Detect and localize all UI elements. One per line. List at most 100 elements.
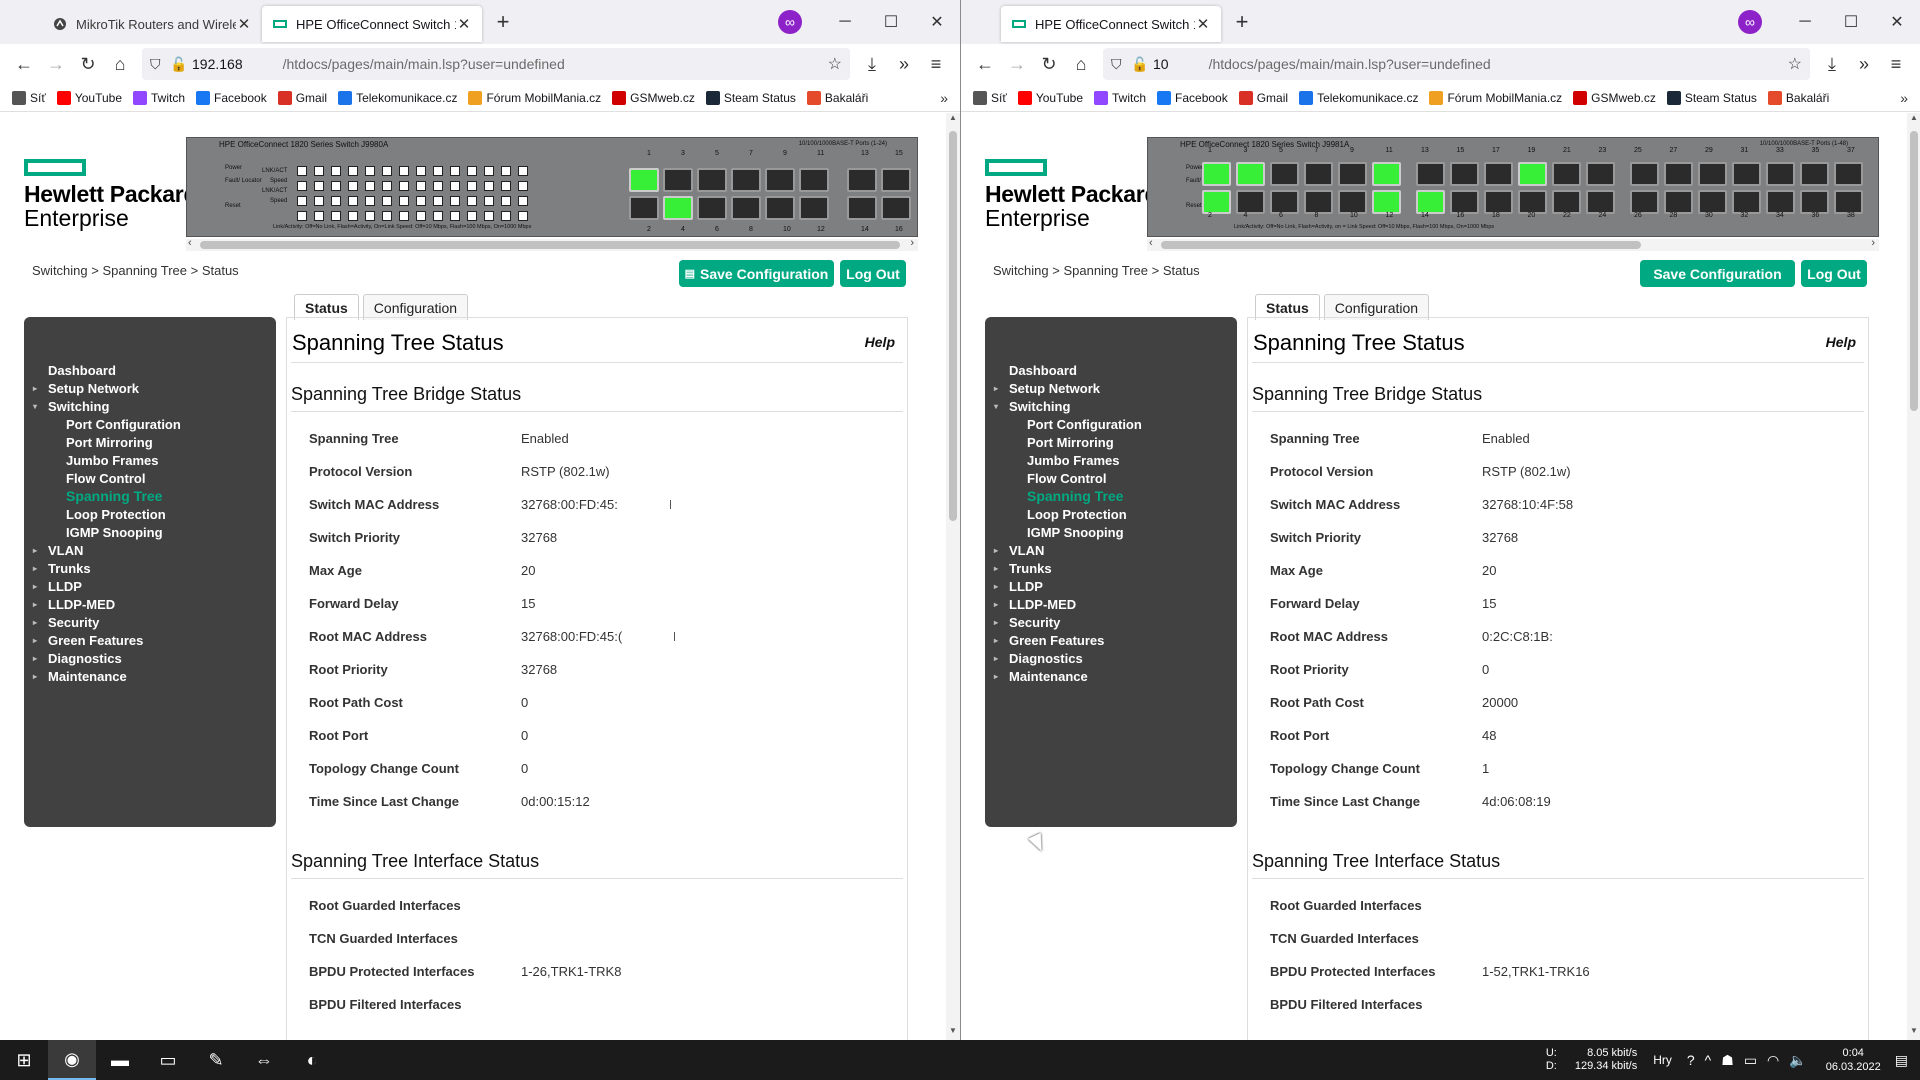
bookmarks-overflow-button[interactable]: » [940,90,948,106]
ethernet-port[interactable] [1834,162,1863,186]
scrollbar-thumb[interactable] [1910,131,1918,411]
ethernet-port[interactable] [1372,162,1401,186]
more-tools-button[interactable]: » [888,48,920,80]
ethernet-port[interactable] [1766,162,1795,186]
reload-button[interactable]: ↻ [1033,48,1065,80]
help-link[interactable]: Help [1826,334,1856,350]
ethernet-port[interactable] [1630,190,1659,214]
ethernet-port[interactable] [1416,190,1445,214]
ethernet-port[interactable] [1630,162,1659,186]
ethernet-port[interactable] [1304,162,1333,186]
sidebar-item-lldp[interactable]: ▸ LLDP [24,577,276,595]
bookmark-item[interactable]: Fórum MobilMania.cz [468,90,601,105]
minimize-button[interactable]: ─ [1782,13,1828,31]
app-menu-button[interactable]: ≡ [920,48,952,80]
scroll-left-icon[interactable]: ‹ [188,237,192,249]
scroll-up-icon[interactable]: ▲ [946,113,960,127]
scroll-left-icon[interactable]: ‹ [1149,237,1153,249]
sidebar-item-flow-control[interactable]: Flow Control [985,469,1237,487]
scroll-right-icon[interactable]: › [910,237,914,249]
ethernet-port[interactable] [847,168,877,192]
page-vertical-scrollbar[interactable]: ▲ ▼ [946,113,960,1040]
ethernet-port[interactable] [697,168,727,192]
ethernet-port[interactable] [1800,190,1829,214]
bookmark-item[interactable]: Twitch [133,90,185,105]
ethernet-port[interactable] [1834,190,1863,214]
address-bar[interactable]: ⛉ 🔓 10/htdocs/pages/main/main.lsp?user=und… [1103,48,1810,80]
bookmark-item[interactable]: Bakaláři [806,90,868,105]
bookmark-item[interactable]: Síť [12,90,46,105]
games-toolbar-label[interactable]: Hry [1653,1053,1672,1067]
app-menu-button[interactable]: ≡ [1880,48,1912,80]
ethernet-port[interactable] [1586,162,1615,186]
show-hidden-icons-icon[interactable]: ^ [1705,1052,1712,1068]
sidebar-item-lldp-med[interactable]: ▸ LLDP-MED [24,595,276,613]
ethernet-port[interactable] [1732,162,1761,186]
log-out-button[interactable]: Log Out [1801,260,1867,287]
ethernet-port[interactable] [1484,190,1513,214]
tracking-protection-icon[interactable]: ⛉ [150,56,170,73]
ethernet-port[interactable] [765,168,795,192]
bookmark-item[interactable]: Telekomunikace.cz [1299,90,1418,105]
discord-icon[interactable]: ☗ [1721,1052,1734,1069]
notepad-icon[interactable]: ✎ [192,1040,240,1080]
ethernet-port[interactable] [1664,190,1693,214]
tab-close-icon[interactable]: ✕ [1195,15,1211,33]
scrollbar-thumb[interactable] [949,131,957,521]
scrollbar-thumb[interactable] [1161,241,1641,249]
ethernet-port[interactable] [765,196,795,220]
scroll-down-icon[interactable]: ▼ [1907,1026,1920,1040]
panel-horizontal-scrollbar[interactable]: ‹ › [186,237,918,251]
ethernet-port[interactable] [1732,190,1761,214]
bookmark-item[interactable]: GSMweb.cz [612,90,695,105]
bookmark-star-icon[interactable]: ☆ [828,54,842,74]
ethernet-port[interactable] [1698,162,1727,186]
sidebar-item-flow-control[interactable]: Flow Control [24,469,276,487]
ethernet-port[interactable] [1698,190,1727,214]
sidebar-item-port-configuration[interactable]: Port Configuration [24,415,276,433]
sidebar-item-green-features[interactable]: ▸ Green Features [985,631,1237,649]
downloads-button[interactable]: ⤓ [1816,48,1848,80]
sidebar-item-port-configuration[interactable]: Port Configuration [985,415,1237,433]
ethernet-port[interactable] [629,196,659,220]
bookmark-item[interactable]: Facebook [1157,90,1228,105]
scroll-up-icon[interactable]: ▲ [1907,113,1920,127]
tab-close-icon[interactable]: ✕ [456,15,472,33]
sidebar-item-switching[interactable]: ▾ Switching [24,397,276,415]
ethernet-port[interactable] [1416,162,1445,186]
sidebar-item-maintenance[interactable]: ▸ Maintenance [24,667,276,685]
bookmark-star-icon[interactable]: ☆ [1788,54,1802,74]
ethernet-port[interactable] [1552,190,1581,214]
help-link[interactable]: Help [865,334,895,350]
bookmark-item[interactable]: Gmail [1238,90,1288,105]
ethernet-port[interactable] [663,168,693,192]
ethernet-port[interactable] [1484,162,1513,186]
ethernet-port[interactable] [881,168,911,192]
save-configuration-button[interactable]: Save Configuration [1640,260,1795,287]
bookmark-item[interactable]: Telekomunikace.cz [338,90,457,105]
ethernet-port[interactable] [1236,190,1265,214]
ethernet-port[interactable] [1202,190,1231,214]
home-button[interactable]: ⌂ [104,48,136,80]
file-explorer-icon[interactable]: ▬ [96,1040,144,1080]
sidebar-item-igmp-snooping[interactable]: IGMP Snooping [985,523,1237,541]
volume-icon[interactable]: 🔈 [1789,1052,1806,1069]
battery-icon[interactable]: ▭ [1744,1052,1757,1069]
ethernet-port[interactable] [1766,190,1795,214]
sidebar-item-port-mirroring[interactable]: Port Mirroring [985,433,1237,451]
tab-inactive[interactable]: MikroTik Routers and Wireless - ✕ [42,6,262,42]
ethernet-port[interactable] [1270,162,1299,186]
ethernet-port[interactable] [1338,190,1367,214]
forward-button[interactable]: → [1001,48,1033,80]
ethernet-port[interactable] [1586,190,1615,214]
ethernet-port[interactable] [1800,162,1829,186]
panel-horizontal-scrollbar[interactable]: ‹ › [1147,237,1879,251]
ethernet-port[interactable] [663,196,693,220]
insecure-lock-icon[interactable]: 🔓 [170,56,192,73]
bookmark-item[interactable]: Gmail [277,90,327,105]
sidebar-item-lldp-med[interactable]: ▸ LLDP-MED [985,595,1237,613]
ethernet-port[interactable] [1552,162,1581,186]
ethernet-port[interactable] [1270,190,1299,214]
bookmark-item[interactable]: Fórum MobilMania.cz [1429,90,1562,105]
sidebar-item-security[interactable]: ▸ Security [985,613,1237,631]
